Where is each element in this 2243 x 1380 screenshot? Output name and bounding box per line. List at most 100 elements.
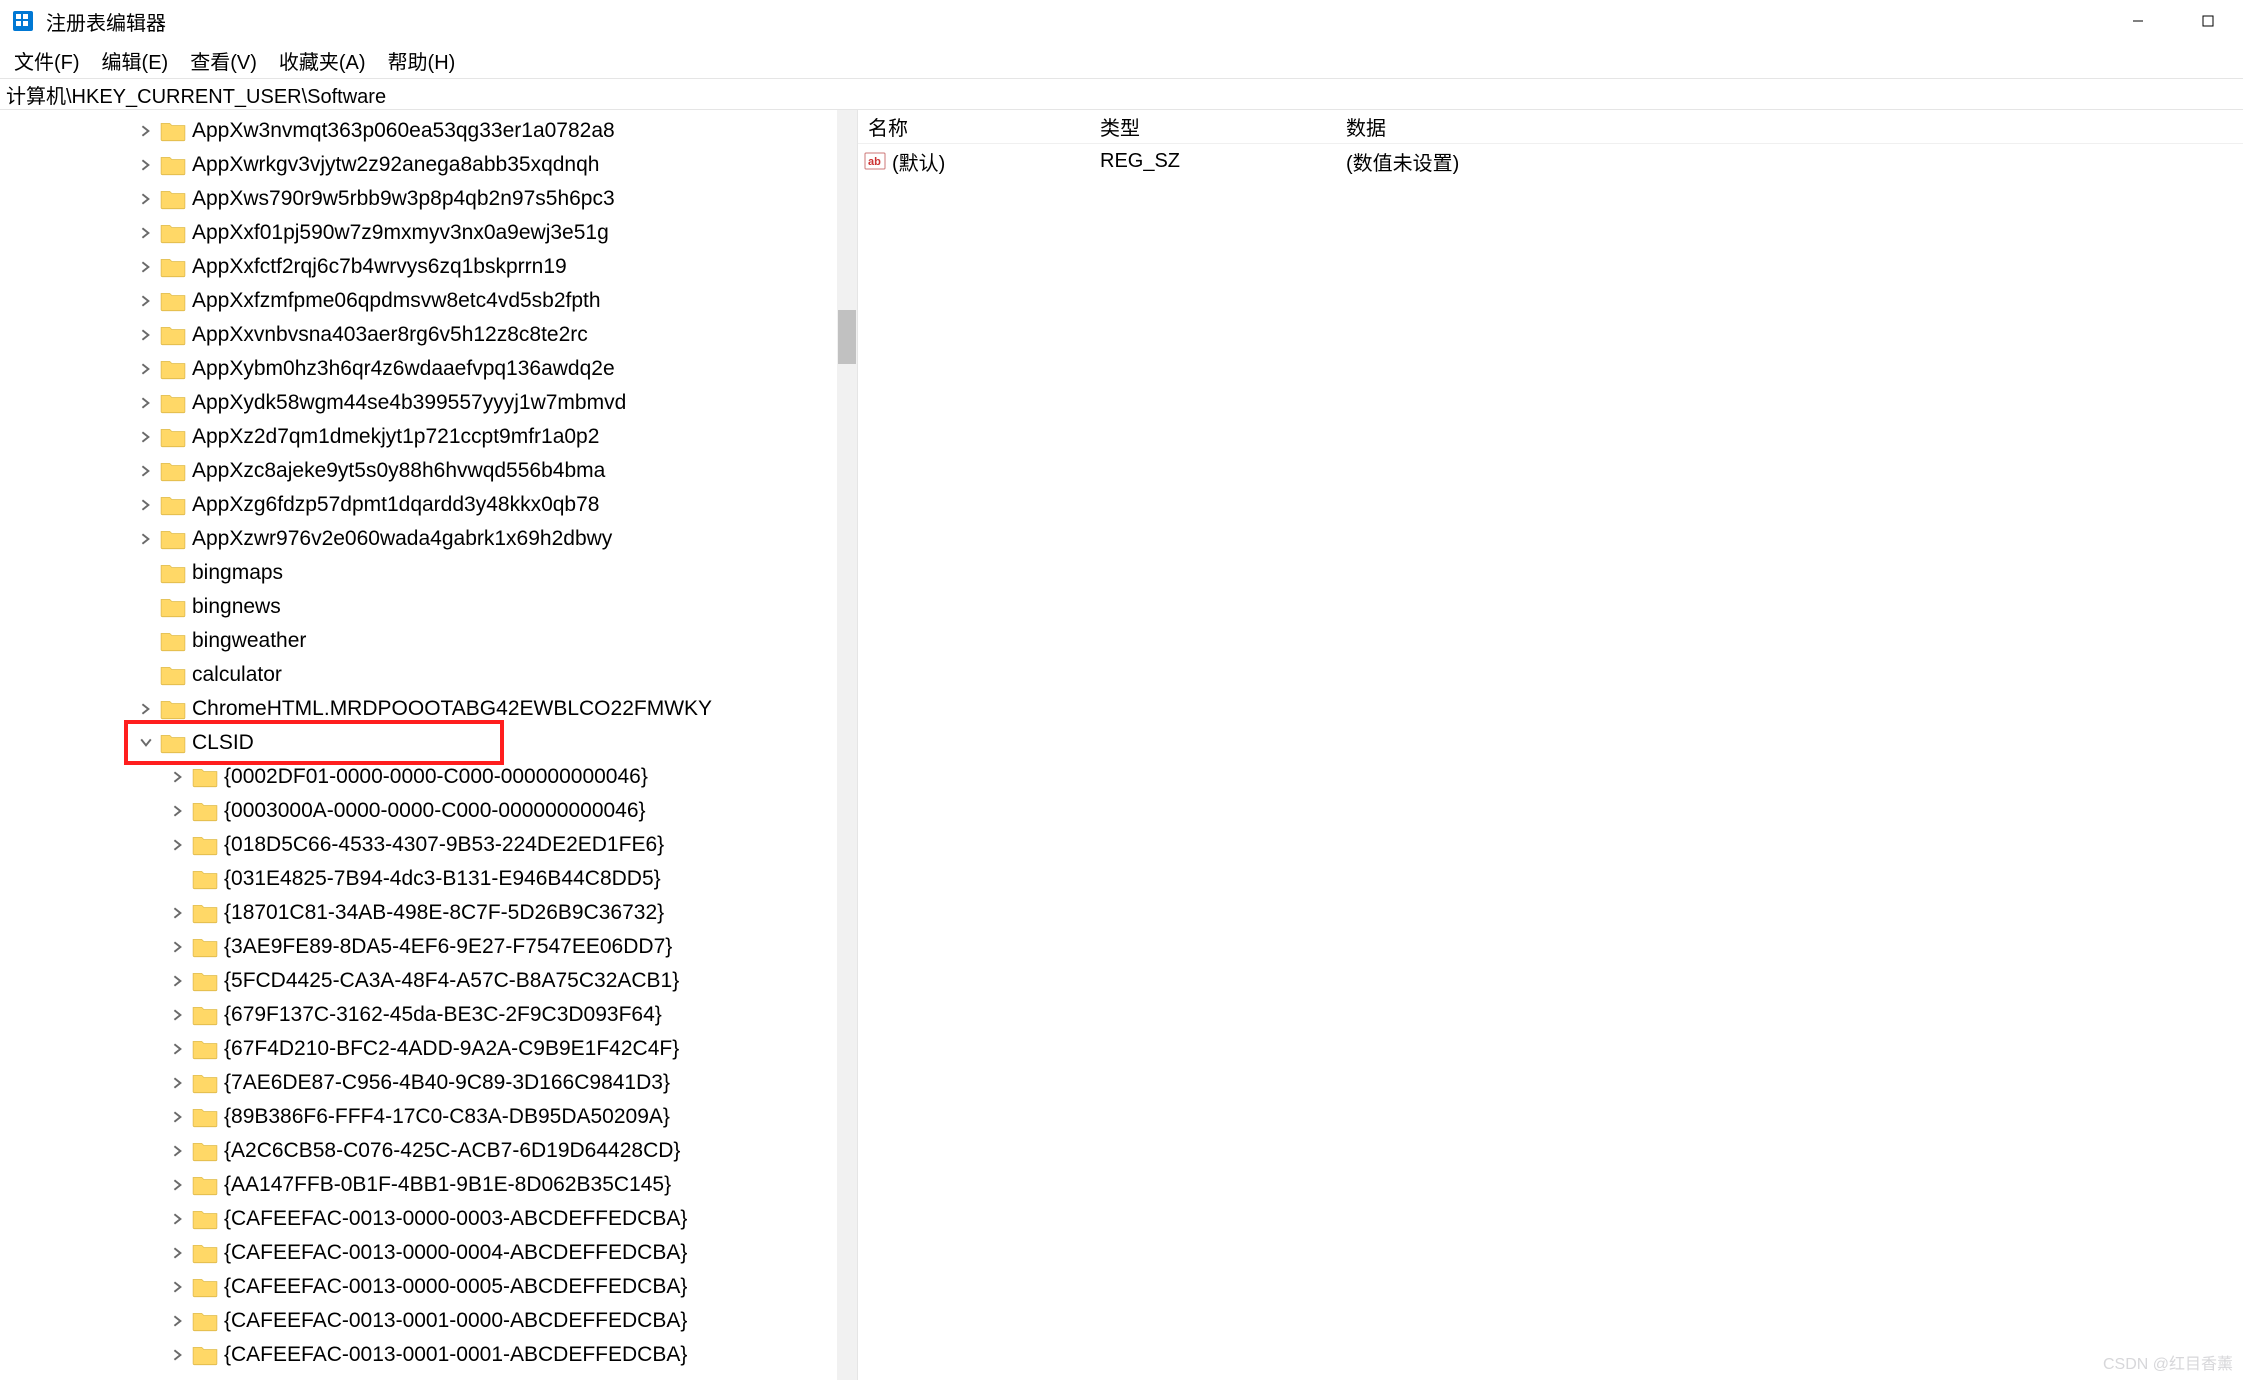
chevron-right-icon[interactable]	[136, 495, 156, 515]
col-header-name[interactable]: 名称	[858, 112, 1090, 141]
tree-node-label: AppXws790r9w5rbb9w3p8p4qb2n97s5h6pc3	[192, 187, 615, 211]
tree-node[interactable]: {679F137C-3162-45da-BE3C-2F9C3D093F64}	[0, 998, 837, 1032]
chevron-right-icon[interactable]	[136, 257, 156, 277]
menu-favorites[interactable]: 收藏夹(A)	[279, 46, 366, 75]
chevron-right-icon[interactable]	[168, 1073, 188, 1093]
tree-node[interactable]: {CAFEEFAC-0013-0001-0001-ABCDEFFEDCBA}	[0, 1338, 837, 1372]
tree-node[interactable]: {CAFEEFAC-0013-0001-0000-ABCDEFFEDCBA}	[0, 1304, 837, 1338]
tree-node[interactable]: CLSID	[0, 726, 837, 760]
titlebar: 注册表编辑器	[0, 0, 2243, 42]
tree-node[interactable]: AppXxfzmfpme06qpdmsvw8etc4vd5sb2fpth	[0, 284, 837, 318]
maximize-button[interactable]	[2173, 0, 2243, 42]
chevron-right-icon[interactable]	[168, 1209, 188, 1229]
tree-node-label: {CAFEEFAC-0013-0000-0003-ABCDEFFEDCBA}	[224, 1207, 687, 1231]
tree-node[interactable]: AppXxvnbvsna403aer8rg6v5h12z8c8te2rc	[0, 318, 837, 352]
tree-node[interactable]: calculator	[0, 658, 837, 692]
tree-node-label: {0002DF01-0000-0000-C000-000000000046}	[224, 765, 648, 789]
chevron-right-icon[interactable]	[168, 1039, 188, 1059]
expander-placeholder	[136, 597, 156, 617]
folder-icon	[160, 459, 186, 483]
chevron-right-icon[interactable]	[136, 529, 156, 549]
value-row[interactable]: (默认)REG_SZ(数值未设置)	[858, 144, 2243, 178]
tree-node[interactable]: AppXzwr976v2e060wada4gabrk1x69h2dbwy	[0, 522, 837, 556]
chevron-right-icon[interactable]	[136, 189, 156, 209]
menu-view[interactable]: 查看(V)	[190, 46, 257, 75]
chevron-right-icon[interactable]	[136, 393, 156, 413]
folder-icon	[192, 799, 218, 823]
tree-node[interactable]: {018D5C66-4533-4307-9B53-224DE2ED1FE6}	[0, 828, 837, 862]
tree-node[interactable]: bingmaps	[0, 556, 837, 590]
chevron-right-icon[interactable]	[168, 1311, 188, 1331]
chevron-right-icon[interactable]	[168, 1141, 188, 1161]
chevron-right-icon[interactable]	[136, 121, 156, 141]
tree-node[interactable]: {0003000A-0000-0000-C000-000000000046}	[0, 794, 837, 828]
folder-icon	[160, 187, 186, 211]
folder-icon	[160, 697, 186, 721]
chevron-right-icon[interactable]	[168, 1005, 188, 1025]
tree-node[interactable]: {3AE9FE89-8DA5-4EF6-9E27-F7547EE06DD7}	[0, 930, 837, 964]
menu-help[interactable]: 帮助(H)	[388, 46, 456, 75]
menu-edit[interactable]: 编辑(E)	[102, 46, 169, 75]
tree-node[interactable]: {18701C81-34AB-498E-8C7F-5D26B9C36732}	[0, 896, 837, 930]
folder-icon	[160, 425, 186, 449]
tree-node[interactable]: AppXws790r9w5rbb9w3p8p4qb2n97s5h6pc3	[0, 182, 837, 216]
tree-node[interactable]: {67F4D210-BFC2-4ADD-9A2A-C9B9E1F42C4F}	[0, 1032, 837, 1066]
chevron-right-icon[interactable]	[168, 1107, 188, 1127]
tree-node[interactable]: AppXybm0hz3h6qr4z6wdaaefvpq136awdq2e	[0, 352, 837, 386]
chevron-right-icon[interactable]	[168, 1175, 188, 1195]
address-bar[interactable]: 计算机\HKEY_CURRENT_USER\Software	[0, 78, 2243, 110]
chevron-right-icon[interactable]	[136, 427, 156, 447]
chevron-right-icon[interactable]	[136, 223, 156, 243]
tree-node-label: AppXxfzmfpme06qpdmsvw8etc4vd5sb2fpth	[192, 289, 601, 313]
chevron-right-icon[interactable]	[168, 1345, 188, 1365]
chevron-right-icon[interactable]	[168, 903, 188, 923]
tree-node[interactable]: AppXydk58wgm44se4b399557yyyj1w7mbmvd	[0, 386, 837, 420]
chevron-right-icon[interactable]	[136, 155, 156, 175]
folder-icon	[160, 663, 186, 687]
chevron-right-icon[interactable]	[168, 835, 188, 855]
tree-node[interactable]: {AA147FFB-0B1F-4BB1-9B1E-8D062B35C145}	[0, 1168, 837, 1202]
tree-node[interactable]: {CAFEEFAC-0013-0000-0004-ABCDEFFEDCBA}	[0, 1236, 837, 1270]
watermark: CSDN @红目香薰	[2103, 1350, 2233, 1374]
minimize-button[interactable]	[2103, 0, 2173, 42]
chevron-right-icon[interactable]	[168, 937, 188, 957]
tree-node[interactable]: AppXwrkgv3vjytw2z92anega8abb35xqdnqh	[0, 148, 837, 182]
menu-file[interactable]: 文件(F)	[14, 46, 80, 75]
tree-node[interactable]: AppXxf01pj590w7z9mxmyv3nx0a9ewj3e51g	[0, 216, 837, 250]
chevron-right-icon[interactable]	[136, 325, 156, 345]
chevron-right-icon[interactable]	[136, 291, 156, 311]
tree-node[interactable]: AppXz2d7qm1dmekjyt1p721ccpt9mfr1a0p2	[0, 420, 837, 454]
tree-node[interactable]: {A2C6CB58-C076-425C-ACB7-6D19D64428CD}	[0, 1134, 837, 1168]
tree-node-label: AppXz2d7qm1dmekjyt1p721ccpt9mfr1a0p2	[192, 425, 599, 449]
tree-node[interactable]: {CAFEEFAC-0013-0000-0005-ABCDEFFEDCBA}	[0, 1270, 837, 1304]
tree-scrollbar[interactable]	[837, 110, 857, 1380]
tree-node[interactable]: {5FCD4425-CA3A-48F4-A57C-B8A75C32ACB1}	[0, 964, 837, 998]
tree-node[interactable]: bingnews	[0, 590, 837, 624]
chevron-right-icon[interactable]	[168, 767, 188, 787]
chevron-down-icon[interactable]	[136, 733, 156, 753]
tree-node[interactable]: bingweather	[0, 624, 837, 658]
scrollbar-thumb[interactable]	[838, 310, 856, 364]
tree-node[interactable]: ChromeHTML.MRDPOOOTABG42EWBLCO22FMWKY	[0, 692, 837, 726]
chevron-right-icon[interactable]	[168, 801, 188, 821]
tree-node[interactable]: {7AE6DE87-C956-4B40-9C89-3D166C9841D3}	[0, 1066, 837, 1100]
chevron-right-icon[interactable]	[136, 699, 156, 719]
chevron-right-icon[interactable]	[168, 1243, 188, 1263]
col-header-type[interactable]: 类型	[1090, 112, 1336, 141]
tree-node[interactable]: AppXw3nvmqt363p060ea53qg33er1a0782a8	[0, 114, 837, 148]
folder-icon	[160, 391, 186, 415]
tree-node[interactable]: AppXzc8ajeke9yt5s0y88h6hvwqd556b4bma	[0, 454, 837, 488]
tree-node[interactable]: {0002DF01-0000-0000-C000-000000000046}	[0, 760, 837, 794]
tree-node[interactable]: AppXzg6fdzp57dpmt1dqardd3y48kkx0qb78	[0, 488, 837, 522]
tree-node-label: {7AE6DE87-C956-4B40-9C89-3D166C9841D3}	[224, 1071, 670, 1095]
chevron-right-icon[interactable]	[136, 461, 156, 481]
chevron-right-icon[interactable]	[136, 359, 156, 379]
tree-node[interactable]: {031E4825-7B94-4dc3-B131-E946B44C8DD5}	[0, 862, 837, 896]
chevron-right-icon[interactable]	[168, 971, 188, 991]
tree-node[interactable]: {89B386F6-FFF4-17C0-C83A-DB95DA50209A}	[0, 1100, 837, 1134]
tree-node[interactable]: {CAFEEFAC-0013-0000-0003-ABCDEFFEDCBA}	[0, 1202, 837, 1236]
folder-icon	[192, 1071, 218, 1095]
tree-node[interactable]: AppXxfctf2rqj6c7b4wrvys6zq1bskprrn19	[0, 250, 837, 284]
col-header-data[interactable]: 数据	[1336, 112, 2243, 141]
chevron-right-icon[interactable]	[168, 1277, 188, 1297]
